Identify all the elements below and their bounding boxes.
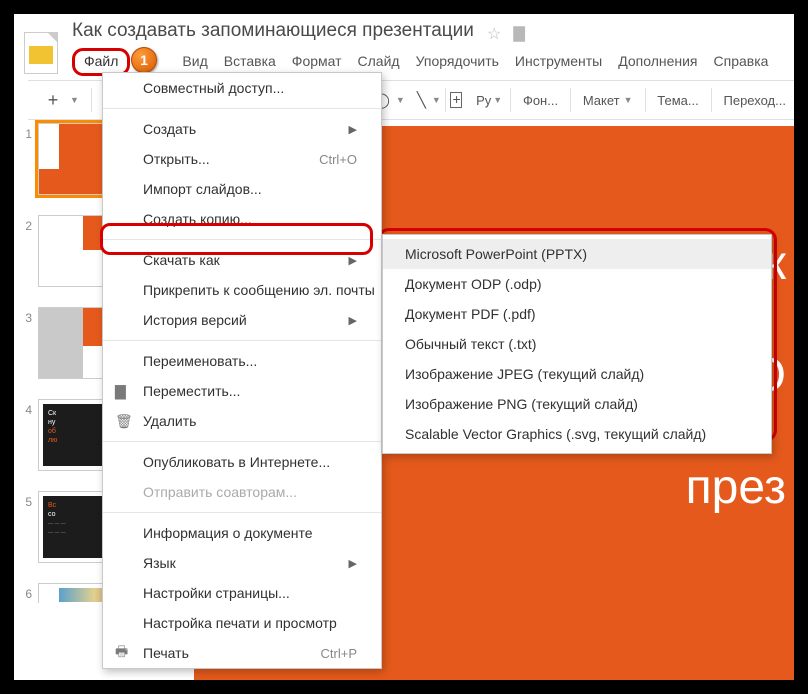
menu-page-setup[interactable]: Настройки страницы... (103, 578, 381, 608)
app-window: Как создавать запоминающиеся презентации… (14, 14, 794, 680)
menu-share[interactable]: Совместный доступ... (103, 73, 381, 103)
menu-open[interactable]: Открыть...Ctrl+O (103, 144, 381, 174)
menu-print-preview[interactable]: Настройка печати и просмотр (103, 608, 381, 638)
document-title[interactable]: Как создавать запоминающиеся презентации (72, 20, 474, 42)
folder-icon[interactable]: ▇ (513, 24, 525, 44)
printer-icon: 🖶 (115, 641, 128, 665)
file-dropdown-menu: Совместный доступ... Создать▶ Открыть...… (102, 72, 382, 669)
annotation-badge-1: 1 (131, 47, 157, 73)
slides-logo[interactable] (24, 32, 58, 74)
background-button[interactable]: Фон... (515, 89, 566, 112)
input-tools-button[interactable]: Ру (476, 93, 491, 108)
menu-publish-web[interactable]: Опубликовать в Интернете... (103, 447, 381, 477)
submenu-png[interactable]: Изображение PNG (текущий слайд) (383, 389, 771, 419)
menu-addons[interactable]: Дополнения (610, 49, 705, 75)
menu-rename[interactable]: Переименовать... (103, 346, 381, 376)
comment-icon[interactable] (450, 92, 463, 108)
submenu-jpeg[interactable]: Изображение JPEG (текущий слайд) (383, 359, 771, 389)
menu-version-history[interactable]: История версий▶ (103, 305, 381, 335)
submenu-svg[interactable]: Scalable Vector Graphics (.svg, текущий … (383, 419, 771, 449)
menu-make-copy[interactable]: Создать копию... (103, 204, 381, 234)
menu-move[interactable]: ▇Переместить... (103, 376, 381, 406)
submenu-arrow-icon: ▶ (349, 254, 357, 267)
menu-delete[interactable]: 🗑Удалить (103, 406, 381, 436)
new-slide-button[interactable]: +▼ (32, 83, 87, 117)
menu-language[interactable]: Язык▶ (103, 548, 381, 578)
menu-email-collaborators: Отправить соавторам... (103, 477, 381, 507)
transition-button[interactable]: Переход... (716, 89, 794, 112)
submenu-txt[interactable]: Обычный текст (.txt) (383, 329, 771, 359)
menu-new[interactable]: Создать▶ (103, 114, 381, 144)
folder-icon: ▇ (115, 383, 126, 400)
menu-doc-details[interactable]: Информация о документе (103, 518, 381, 548)
submenu-odp[interactable]: Документ ODP (.odp) (383, 269, 771, 299)
menu-email-attach[interactable]: Прикрепить к сообщению эл. почты (103, 275, 381, 305)
menu-download-as[interactable]: Скачать как▶ (103, 245, 381, 275)
star-icon[interactable]: ☆ (487, 24, 501, 44)
menu-help[interactable]: Справка (706, 49, 777, 75)
submenu-arrow-icon: ▶ (349, 123, 357, 136)
menu-arrange[interactable]: Упорядочить (408, 49, 507, 75)
submenu-pptx[interactable]: Microsoft PowerPoint (PPTX) (383, 239, 771, 269)
submenu-arrow-icon: ▶ (349, 314, 357, 327)
menu-print[interactable]: 🖶ПечатьCtrl+P (103, 638, 381, 668)
menu-tools[interactable]: Инструменты (507, 49, 610, 75)
download-as-submenu: Microsoft PowerPoint (PPTX) Документ ODP… (382, 234, 772, 454)
trash-icon: 🗑 (115, 413, 133, 430)
layout-button[interactable]: Макет▼ (575, 89, 641, 112)
submenu-pdf[interactable]: Документ PDF (.pdf) (383, 299, 771, 329)
submenu-arrow-icon: ▶ (349, 557, 357, 570)
line-icon[interactable]: ╲ (417, 91, 426, 109)
menu-import-slides[interactable]: Импорт слайдов... (103, 174, 381, 204)
theme-button[interactable]: Тема... (649, 89, 706, 112)
